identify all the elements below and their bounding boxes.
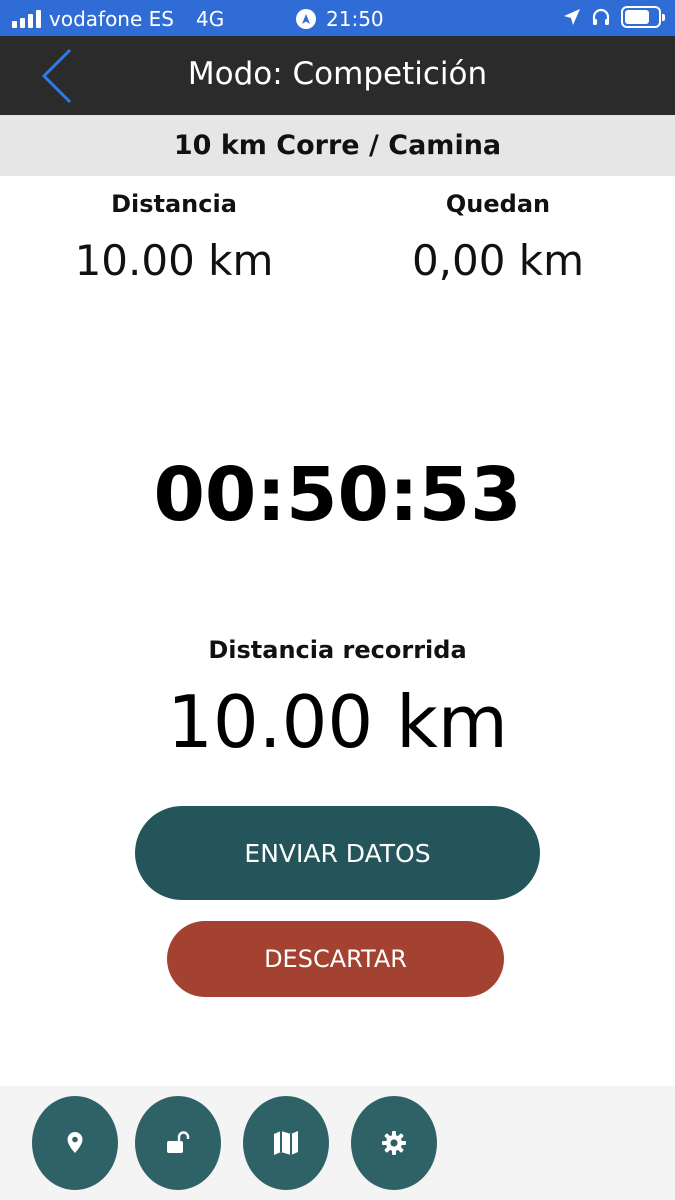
traveled-value: 10.00 km <box>167 680 508 764</box>
carrier-name: vodafone ES <box>49 7 174 31</box>
remaining-label: Quedan <box>445 190 551 218</box>
map-icon <box>274 1131 298 1155</box>
status-right <box>563 6 665 28</box>
remaining-value: 0,00 km <box>411 236 585 285</box>
network-type: 4G <box>195 7 225 31</box>
settings-icon <box>382 1131 406 1155</box>
distance-value: 10.00 km <box>74 236 274 285</box>
map-button[interactable] <box>243 1096 329 1190</box>
traveled-label: Distancia recorrida <box>208 636 467 664</box>
battery-icon <box>621 6 665 28</box>
location-arrow-icon <box>564 9 580 25</box>
clock: 21:50 <box>326 7 384 31</box>
discard-button[interactable]: DESCARTAR <box>167 921 504 997</box>
distance-stat: Distancia 10.00 km <box>14 190 334 285</box>
event-title: 10 km Corre / Camina <box>0 115 675 176</box>
unlock-button[interactable] <box>135 1096 221 1190</box>
app-header: Modo: Competición <box>0 36 675 115</box>
distance-label: Distancia <box>111 190 237 218</box>
location-button[interactable] <box>32 1096 118 1190</box>
signal-icon <box>12 10 41 28</box>
remaining-stat: Quedan 0,00 km <box>338 190 658 285</box>
status-bar: vodafone ES 4G 21:50 <box>0 0 675 36</box>
status-center: 21:50 <box>296 7 384 31</box>
send-data-button[interactable]: ENVIAR DATOS <box>135 806 540 900</box>
elapsed-timer: 00:50:53 <box>153 452 522 538</box>
status-left: vodafone ES 4G <box>12 7 224 31</box>
page-title: Modo: Competición <box>187 56 488 92</box>
unlock-icon <box>167 1131 190 1153</box>
bottom-toolbar <box>0 1086 675 1200</box>
headphones-icon <box>592 8 610 25</box>
location-pin-icon <box>67 1132 83 1153</box>
settings-button[interactable] <box>351 1096 437 1190</box>
navigation-icon <box>296 9 316 29</box>
